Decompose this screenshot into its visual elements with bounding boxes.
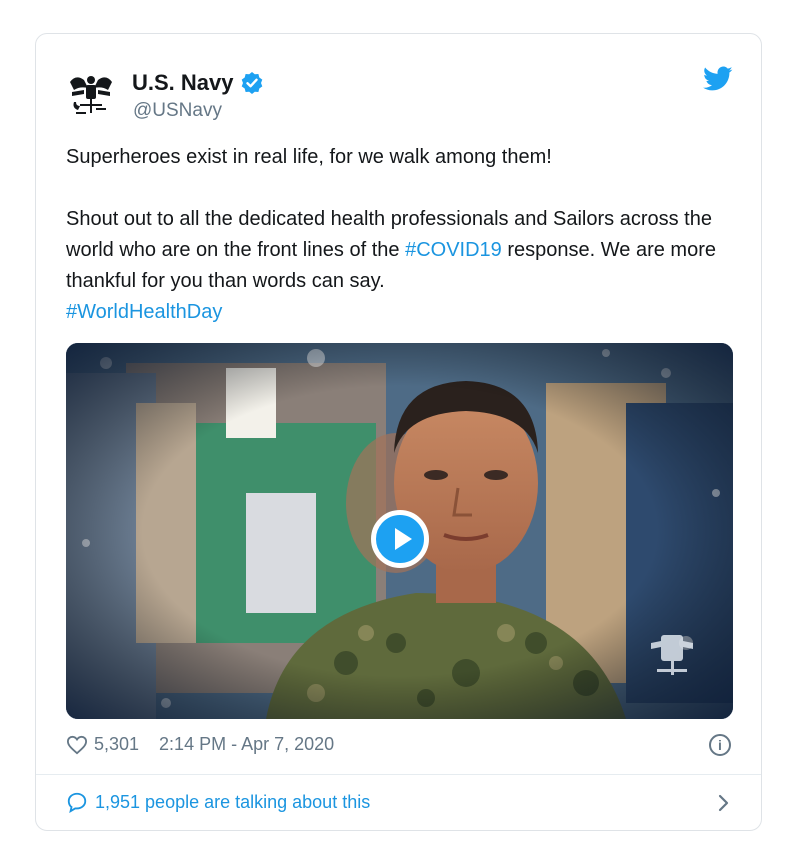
info-icon[interactable]: i (709, 734, 731, 756)
heart-icon[interactable] (66, 735, 88, 755)
hashtag-covid19[interactable]: #COVID19 (405, 239, 502, 261)
talking-about-text[interactable]: 1,951 people are talking about this (95, 792, 370, 813)
account-name-text[interactable]: U.S. Navy (132, 70, 234, 96)
like-count[interactable]: 5,301 (94, 734, 139, 755)
divider (36, 774, 761, 775)
tweet-text-paragraph2: Shout out to all the dedicated health pr… (66, 204, 726, 328)
account-name[interactable]: U.S. Navy (132, 70, 264, 96)
hashtag-worldhealthday[interactable]: #WorldHealthDay (66, 301, 222, 323)
tweet-timestamp[interactable]: 2:14 PM - Apr 7, 2020 (159, 734, 334, 755)
video-thumbnail[interactable] (66, 343, 733, 719)
tweet-text-line1: Superheroes exist in real life, for we w… (66, 146, 552, 168)
talking-about-link[interactable]: 1,951 people are talking about this (66, 791, 370, 813)
tweet-text: Superheroes exist in real life, for we w… (66, 142, 726, 328)
us-navy-eagle-logo[interactable] (66, 68, 116, 118)
speech-bubble-icon (67, 792, 87, 813)
twitter-bird-icon[interactable] (703, 66, 733, 92)
tweet-card: U.S. Navy @USNavy Superheroes exist in r… (35, 33, 762, 831)
account-handle[interactable]: @USNavy (133, 100, 222, 122)
play-icon[interactable] (371, 510, 429, 568)
verified-badge-icon (241, 72, 262, 94)
chevron-right-icon[interactable] (717, 793, 731, 813)
tweet-meta: 5,301 2:14 PM - Apr 7, 2020 (66, 734, 334, 755)
